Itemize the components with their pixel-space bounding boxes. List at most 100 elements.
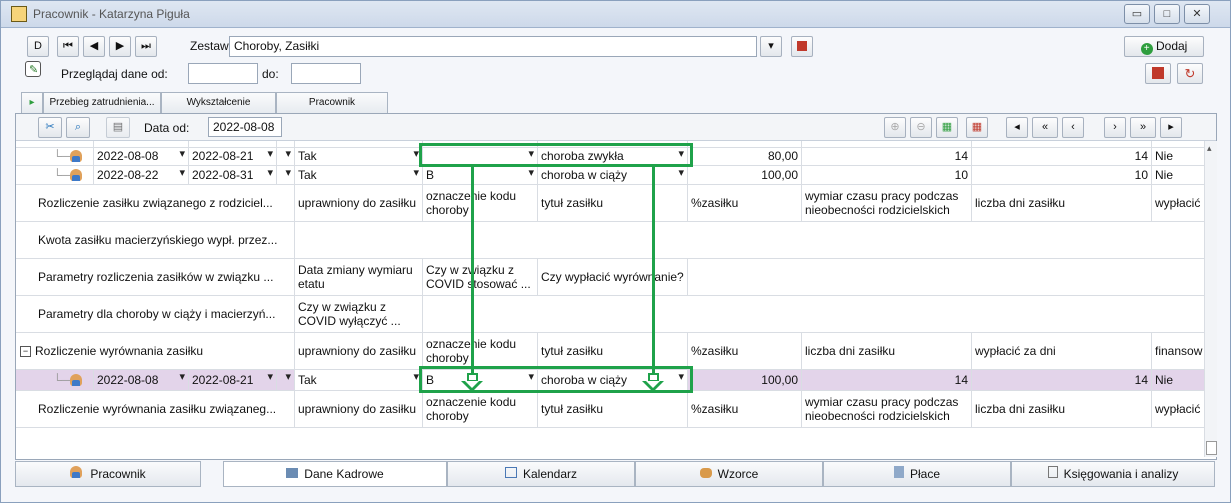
table-remove-icon[interactable]: ▦: [966, 117, 988, 138]
date-from-cell[interactable]: 2022-08-08: [94, 370, 189, 390]
date-from-cell[interactable]: 2022-08-22: [94, 166, 189, 184]
calculator-icon: [893, 466, 904, 478]
d-button[interactable]: D: [27, 36, 49, 57]
report-icon[interactable]: [1145, 63, 1171, 84]
benefit-title-cell[interactable]: choroba w ciąży: [538, 370, 688, 390]
table-row[interactable]: └─ 2022-08-08 2022-08-21 Tak choroba zwy…: [16, 147, 1204, 166]
table-row: Parametry rozliczenia zasiłków w związku…: [16, 259, 1204, 296]
pay-cell[interactable]: Nie: [1152, 166, 1204, 184]
remove-row-icon[interactable]: ⊖: [910, 117, 932, 138]
scroll-prev-icon[interactable]: ‹: [1062, 117, 1084, 138]
tab-pracownik-bottom[interactable]: Pracownik: [15, 461, 201, 487]
days-cell[interactable]: 14: [802, 147, 972, 165]
date-from-input[interactable]: 2022-08-08: [208, 117, 282, 137]
minimize-button[interactable]: ▭: [1124, 4, 1150, 24]
section-label: − Rozliczenie wyrównania zasiłku: [16, 333, 295, 369]
entitled-cell[interactable]: Tak: [295, 166, 423, 184]
date-to-cell[interactable]: 2022-08-31: [189, 166, 277, 184]
date-from-cell[interactable]: 2022-08-08: [94, 147, 189, 165]
tools-icon[interactable]: ✂: [38, 117, 62, 138]
scroll-thumb[interactable]: [1206, 441, 1217, 455]
tab-kalendarz[interactable]: Kalendarz: [447, 461, 635, 487]
person-icon: [70, 374, 82, 386]
title-bar: Pracownik - Katarzyna Piguła ▭ □ ✕: [1, 1, 1230, 28]
percent-cell[interactable]: 100,00: [688, 166, 802, 184]
date-from-label: Data od:: [144, 121, 190, 135]
days2-cell[interactable]: 10: [972, 166, 1152, 184]
ledger-icon: [1047, 466, 1058, 478]
entitled-cell[interactable]: Tak: [295, 147, 423, 165]
column-header: uprawniony do zasiłku: [295, 391, 423, 427]
main-panel: ✂ ⌕ ▤ Data od: 2022-08-08 ⊕ ⊖ ▦ ▦ ◂ « ‹ …: [15, 113, 1217, 460]
percent-cell[interactable]: 100,00: [688, 370, 802, 390]
date-to-cell[interactable]: 2022-08-21: [189, 147, 277, 165]
section-label: Rozliczenie zasiłku związanego z rodzici…: [16, 185, 295, 221]
tab-przebieg[interactable]: Przebieg zatrudnienia...: [43, 92, 161, 113]
close-button[interactable]: ✕: [1184, 4, 1210, 24]
search-icon[interactable]: ⌕: [66, 117, 90, 138]
table-row[interactable]: └─ 2022-08-22 2022-08-31 Tak B choroba w…: [16, 166, 1204, 185]
column-header: Czy wypłacić wyrównanie?: [538, 259, 688, 295]
scroll-next-icon[interactable]: ›: [1104, 117, 1126, 138]
days-cell[interactable]: 14: [802, 370, 972, 390]
refresh-icon[interactable]: ↻: [1177, 63, 1203, 84]
add-button-label: Dodaj: [1155, 39, 1188, 53]
tab-wzorce[interactable]: Wzorce: [635, 461, 823, 487]
section-label: Parametry rozliczenia zasiłków w związku…: [16, 259, 295, 295]
first-record-button[interactable]: ⏮: [57, 36, 79, 57]
column-header: liczba dni zasiłku: [972, 185, 1152, 221]
last-record-button[interactable]: ⏭: [135, 36, 157, 57]
disease-code-cell[interactable]: B: [423, 370, 538, 390]
filter-to-input[interactable]: [291, 63, 361, 84]
zestaw-settings-icon[interactable]: [791, 36, 813, 57]
vertical-scrollbar[interactable]: ▴: [1204, 141, 1217, 457]
benefit-title-cell[interactable]: choroba w ciąży: [538, 166, 688, 184]
tab-pracownik[interactable]: Pracownik: [276, 92, 388, 113]
zestaw-dropdown-button[interactable]: ▾: [760, 36, 782, 57]
table-row: Rozliczenie zasiłku związanego z rodzici…: [16, 185, 1204, 222]
data-grid: └─ 2022-08-08 2022-08-21 Tak choroba zwy…: [16, 141, 1204, 457]
days2-cell[interactable]: 14: [972, 147, 1152, 165]
table-row-selected[interactable]: └─ 2022-08-08 2022-08-21 Tak B choroba w…: [16, 370, 1204, 391]
scroll-first-icon[interactable]: «: [1032, 117, 1058, 138]
calendar-icon[interactable]: ▤: [106, 117, 130, 138]
tab-expand-icon[interactable]: ▸: [21, 92, 43, 113]
edit-icon[interactable]: ✎: [25, 61, 41, 77]
percent-cell[interactable]: 80,00: [688, 147, 802, 165]
scroll-left-icon[interactable]: ◂: [1006, 117, 1028, 138]
tab-place[interactable]: Płace: [823, 461, 1011, 487]
people-icon: [699, 468, 712, 478]
id-card-icon: [286, 468, 299, 478]
tab-wyksztalcenie[interactable]: Wykształcenie: [161, 92, 276, 113]
scroll-right-icon[interactable]: ▸: [1160, 117, 1182, 138]
tab-ksiegowania[interactable]: Księgowania i analizy: [1011, 461, 1215, 487]
benefit-title-cell[interactable]: choroba zwykła: [538, 147, 688, 165]
tab-dane-kadrowe[interactable]: Dane Kadrowe: [223, 461, 447, 487]
add-button[interactable]: + Dodaj: [1124, 36, 1204, 57]
column-header: %zasiłku: [688, 185, 802, 221]
days-cell[interactable]: 10: [802, 166, 972, 184]
prev-record-button[interactable]: ◀: [83, 36, 105, 57]
days2-cell[interactable]: 14: [972, 370, 1152, 390]
pay-cell[interactable]: Nie: [1152, 147, 1204, 165]
scroll-last-icon[interactable]: »: [1130, 117, 1156, 138]
collapse-icon[interactable]: −: [20, 345, 31, 357]
section-label: Parametry dla choroby w ciąży i macierzy…: [16, 296, 295, 332]
disease-code-cell[interactable]: [423, 147, 538, 165]
column-header: wypłacić: [1155, 402, 1201, 416]
column-header: wypłacić: [1155, 196, 1201, 210]
entitled-cell[interactable]: Tak: [295, 370, 423, 390]
date-to-cell[interactable]: 2022-08-21: [189, 370, 277, 390]
calendar-icon: [504, 467, 517, 478]
scroll-up-icon[interactable]: ▴: [1207, 143, 1212, 154]
disease-code-cell[interactable]: B: [423, 166, 538, 184]
pay-cell[interactable]: Nie: [1152, 370, 1204, 390]
zestaw-select[interactable]: Choroby, Zasiłki: [229, 36, 757, 57]
table-row: − Rozliczenie wyrównania zasiłku uprawnio…: [16, 333, 1204, 370]
table-add-icon[interactable]: ▦: [936, 117, 958, 138]
column-header: uprawniony do zasiłku: [295, 185, 423, 221]
filter-from-input[interactable]: [188, 63, 258, 84]
maximize-button[interactable]: □: [1154, 4, 1180, 24]
next-record-button[interactable]: ▶: [109, 36, 131, 57]
add-row-icon[interactable]: ⊕: [884, 117, 906, 138]
